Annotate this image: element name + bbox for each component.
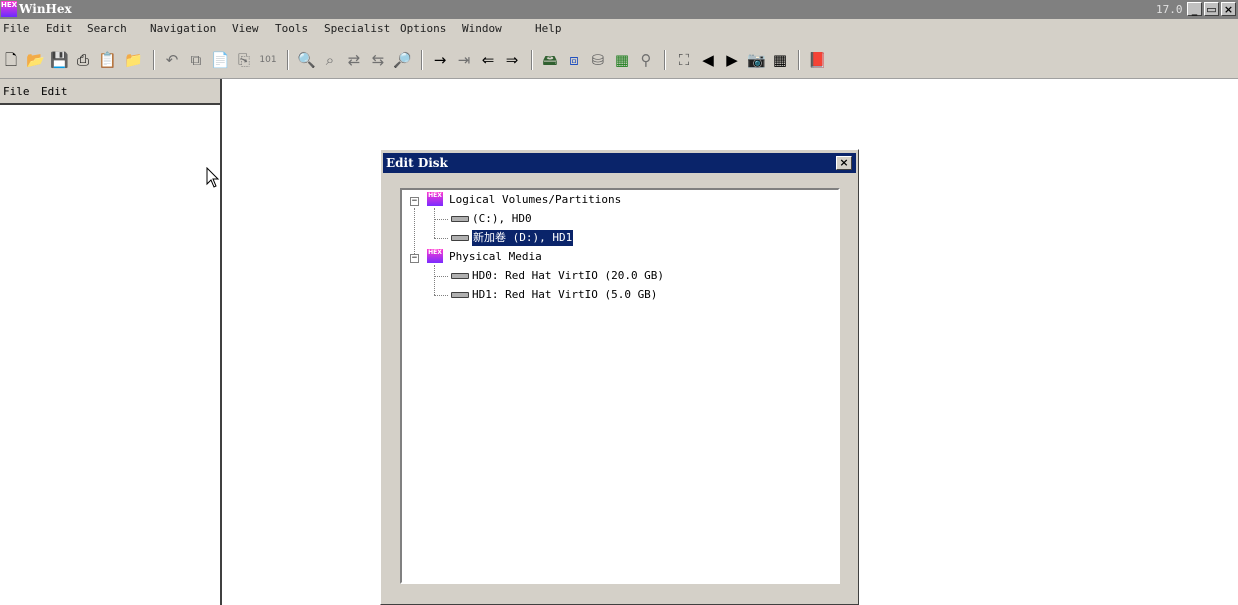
new-file-icon[interactable]: 🗋	[2, 51, 20, 69]
find-hex-icon[interactable]: ⌕	[321, 51, 339, 69]
tree-line	[434, 208, 435, 238]
menu-bar: File Edit Search Navigation View Tools S…	[0, 19, 1238, 39]
properties-icon[interactable]: 📋	[98, 51, 117, 69]
toolbar-separator	[421, 50, 423, 70]
menu-window[interactable]: Window	[462, 22, 502, 35]
window-title: WinHex	[19, 2, 72, 16]
tree-item-physical-media[interactable]: Physical Media	[449, 249, 542, 265]
open-ram-icon[interactable]: ⛁	[589, 51, 607, 69]
back-icon[interactable]: ⇐	[479, 51, 497, 69]
title-bar: HEX WinHex 17.0 _ ▭ ×	[0, 0, 1238, 19]
tree-line	[414, 208, 415, 256]
drive-icon	[451, 273, 469, 279]
version-label: 17.0	[1156, 3, 1183, 16]
edit-disk-dialog: Edit Disk × − HEX Logical Volumes/Partit…	[380, 149, 859, 605]
clone-disk-icon[interactable]: ⧈	[565, 51, 583, 69]
collapse-logical-button[interactable]: −	[410, 197, 419, 206]
toolbar-separator	[153, 50, 155, 70]
maximize-button[interactable]: ▭	[1204, 2, 1219, 16]
tree-line	[434, 219, 448, 220]
help-book-icon[interactable]: 📕	[808, 51, 827, 69]
open-disk-icon[interactable]: 🖴	[541, 51, 559, 69]
close-button[interactable]: ×	[1221, 2, 1236, 16]
collapse-physical-button[interactable]: −	[410, 254, 419, 263]
tree-line	[434, 276, 448, 277]
undo-icon[interactable]: ↶	[163, 51, 181, 69]
tree-line	[434, 238, 448, 239]
toolbar-separator	[664, 50, 666, 70]
menu-options[interactable]: Options	[400, 22, 446, 35]
dialog-close-button[interactable]: ×	[836, 156, 852, 170]
open-folder-icon[interactable]: 📂	[26, 51, 45, 69]
hex-folder-icon: HEX	[427, 192, 443, 206]
tree-item-volume-c[interactable]: (C:), HD0	[472, 211, 532, 227]
pane-menu-edit[interactable]: Edit	[41, 85, 68, 98]
drive-icon	[451, 235, 469, 241]
goto-sector-icon[interactable]: ⇥	[455, 51, 473, 69]
minimize-button[interactable]: _	[1187, 2, 1202, 16]
next-icon[interactable]: ▶	[723, 51, 741, 69]
template-icon[interactable]: ⛶	[675, 51, 693, 69]
menu-specialist[interactable]: Specialist	[324, 22, 390, 35]
drive-icon	[451, 292, 469, 298]
copy-icon[interactable]: ⧉	[187, 51, 205, 69]
previous-icon[interactable]: ◀	[699, 51, 717, 69]
pane-menu-bar: File Edit	[0, 79, 220, 105]
menu-view[interactable]: View	[232, 22, 259, 35]
menu-navigation[interactable]: Navigation	[150, 22, 216, 35]
search-icon[interactable]: ⚲	[637, 51, 655, 69]
tree-item-volume-d[interactable]: 新加卷 (D:), HD1	[470, 229, 575, 247]
disk-tree[interactable]: − HEX Logical Volumes/Partitions (C:), H…	[400, 188, 840, 584]
menu-edit[interactable]: Edit	[46, 22, 73, 35]
tree-item-logical-volumes[interactable]: Logical Volumes/Partitions	[449, 192, 621, 208]
pane-menu-file[interactable]: File	[3, 85, 30, 98]
mouse-cursor-icon	[206, 167, 220, 188]
dialog-title-bar[interactable]: Edit Disk ×	[383, 153, 856, 173]
paste-block-icon[interactable]: ⎘	[235, 51, 253, 69]
toolbar-separator	[287, 50, 289, 70]
menu-help[interactable]: Help	[535, 22, 562, 35]
print-icon[interactable]: ⎙	[74, 51, 92, 69]
replace-text-icon[interactable]: ⇄	[345, 51, 363, 69]
replace-hex-icon[interactable]: ⇆	[369, 51, 387, 69]
camera-icon[interactable]: 📷	[747, 51, 766, 69]
tree-line	[434, 295, 448, 296]
tree-item-hd0[interactable]: HD0: Red Hat VirtIO (20.0 GB)	[472, 268, 664, 284]
hex-folder-icon: HEX	[427, 249, 443, 263]
menu-search[interactable]: Search	[87, 22, 127, 35]
dialog-title: Edit Disk	[386, 156, 448, 170]
grid-view-icon[interactable]: ▦	[771, 51, 789, 69]
menu-tools[interactable]: Tools	[275, 22, 308, 35]
directory-browser-pane: File Edit	[0, 79, 222, 605]
find-text-icon[interactable]: 🔍	[297, 51, 316, 69]
tree-line	[434, 265, 435, 295]
paste-icon[interactable]: 📄	[211, 51, 230, 69]
hex-block-icon[interactable]: 101	[259, 51, 277, 69]
save-icon[interactable]: 💾	[50, 51, 69, 69]
toolbar-separator	[531, 50, 533, 70]
open-directory-icon[interactable]: 📁	[124, 51, 143, 69]
goto-offset-icon[interactable]: →	[431, 51, 449, 69]
winhex-app-icon[interactable]: HEX	[1, 1, 17, 17]
menu-file[interactable]: File	[3, 22, 30, 35]
calculator-icon[interactable]: ▦	[613, 51, 631, 69]
drive-icon	[451, 216, 469, 222]
tree-item-hd1[interactable]: HD1: Red Hat VirtIO (5.0 GB)	[472, 287, 657, 303]
find-again-icon[interactable]: 🔎	[393, 51, 412, 69]
toolbar: 🗋 📂 💾 ⎙ 📋 📁 ↶ ⧉ 📄 ⎘ 101 🔍 ⌕ ⇄ ⇆ 🔎 → ⇥ ⇐ …	[0, 39, 1238, 79]
toolbar-separator	[798, 50, 800, 70]
forward-icon[interactable]: ⇒	[503, 51, 521, 69]
